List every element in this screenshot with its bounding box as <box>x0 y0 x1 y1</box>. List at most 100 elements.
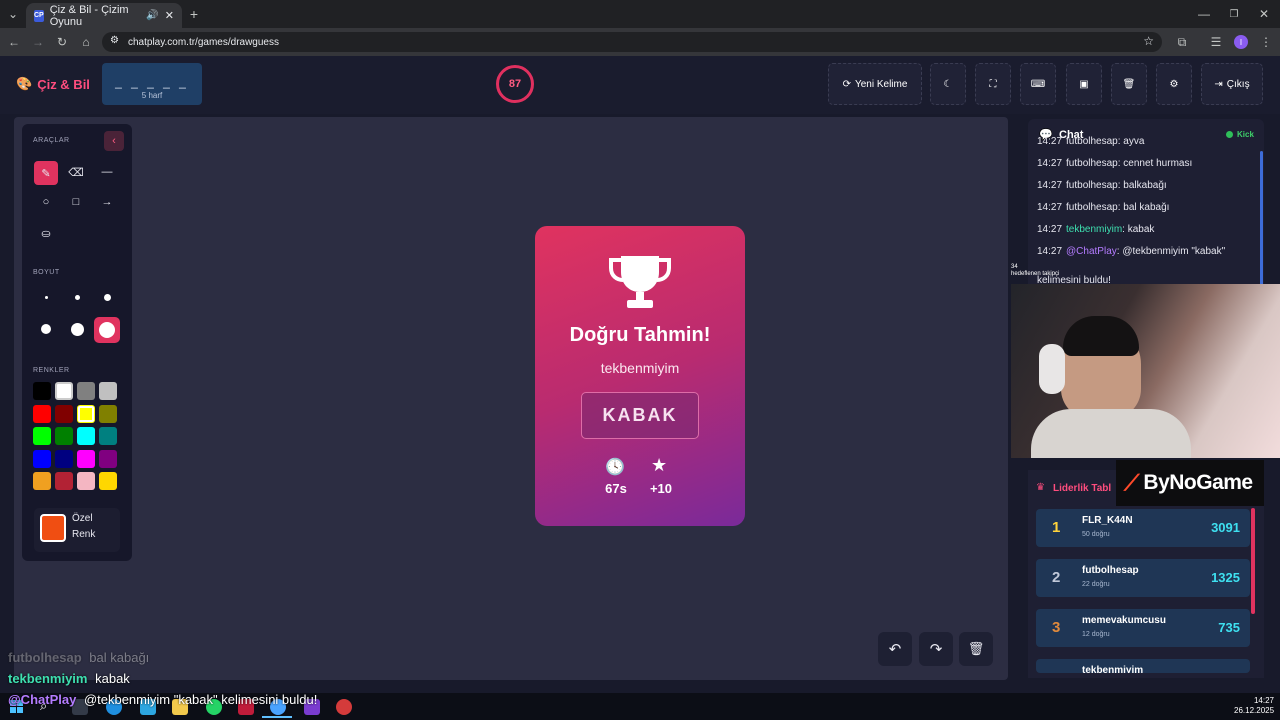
line-tool[interactable]: — <box>96 161 118 183</box>
chat-message-user[interactable]: futbolhesap <box>1066 136 1118 147</box>
refresh-icon: ⟳ <box>842 78 851 90</box>
tab-close-icon[interactable]: ✕ <box>165 9 174 22</box>
profile-avatar[interactable]: I <box>1234 35 1248 49</box>
trash-icon: 🗑 <box>967 641 985 656</box>
tab-search-icon[interactable]: ⌄ <box>5 6 21 22</box>
site-info-icon[interactable]: ⚙ <box>110 35 119 46</box>
leaderboard-name: tekbenmiyim <box>1082 665 1144 673</box>
card-player: tekbenmiyim <box>600 360 680 376</box>
chat-message-user[interactable]: tekbenmiyim <box>1066 224 1122 235</box>
chat-message: 14:27 futbolhesap: bal kabağı <box>1037 197 1261 219</box>
chat-message-user[interactable]: @ChatPlay <box>1066 246 1117 257</box>
circle-tool[interactable]: ○ <box>35 191 57 213</box>
size-option-4[interactable] <box>35 318 57 340</box>
app-name: Çiz & Bil <box>37 76 90 92</box>
color-swatch[interactable] <box>55 427 73 445</box>
chat-message-text: : @tekbenmiyim "kabak" <box>1116 246 1226 257</box>
eraser-tool[interactable]: ⌫ <box>65 161 87 183</box>
color-swatch[interactable] <box>77 427 95 445</box>
clear-canvas-button[interactable]: 🗑 <box>959 632 993 666</box>
undo-button[interactable]: ↶ <box>878 632 912 666</box>
sponsor-name: ByNoGame <box>1143 471 1253 494</box>
color-swatch[interactable] <box>99 382 117 400</box>
reload-icon[interactable]: ↻ <box>54 34 70 50</box>
collapse-panel-button[interactable]: ‹ <box>104 131 124 151</box>
drawing-canvas[interactable] <box>14 117 1008 680</box>
leaderboard-scrollbar[interactable] <box>1251 508 1255 614</box>
color-swatch[interactable] <box>99 472 117 490</box>
leaderboard-correct-count: 50 doğru <box>1082 531 1110 538</box>
color-swatch[interactable] <box>33 427 51 445</box>
color-swatch[interactable] <box>99 404 117 423</box>
fullscreen-button[interactable]: ⛶ <box>975 63 1011 105</box>
extensions-icon[interactable]: ⧉ <box>1174 34 1190 50</box>
arrow-tool[interactable]: → <box>96 191 118 213</box>
moon-icon: ☾ <box>943 78 953 90</box>
chat-message-text: : cennet hurması <box>1117 158 1193 169</box>
reading-list-icon[interactable]: ☰ <box>1208 34 1224 50</box>
color-swatch[interactable] <box>33 472 51 490</box>
color-swatch[interactable] <box>77 382 95 400</box>
redo-button[interactable]: ↷ <box>919 632 953 666</box>
new-word-button[interactable]: ⟳ Yeni Kelime <box>828 63 922 105</box>
obs-icon[interactable] <box>336 699 352 715</box>
color-swatch[interactable] <box>99 427 117 445</box>
chat-message-user[interactable]: futbolhesap <box>1066 180 1118 191</box>
new-tab-icon[interactable]: + <box>186 6 202 22</box>
minimize-icon[interactable]: — <box>1196 6 1212 22</box>
restore-icon[interactable]: ❐ <box>1226 6 1242 22</box>
chat-message: 14:27 futbolhesap: cennet hurması <box>1037 153 1261 175</box>
color-swatch[interactable] <box>55 404 73 423</box>
color-swatch[interactable] <box>77 472 95 490</box>
size-option-3[interactable] <box>96 286 118 308</box>
forward-icon[interactable]: → <box>30 34 46 50</box>
clear-button[interactable]: 🗑 <box>1111 63 1147 105</box>
color-swatch[interactable] <box>99 449 117 468</box>
keyboard-button[interactable]: ⌨ <box>1020 63 1056 105</box>
tab-favicon-icon: CP <box>34 9 44 22</box>
brush-icon: ✎ <box>41 167 51 180</box>
card-title: Doğru Tahmin! <box>569 324 711 346</box>
back-icon[interactable]: ← <box>6 34 22 50</box>
exit-button[interactable]: ⇥ Çıkış <box>1201 63 1263 105</box>
size-option-2[interactable] <box>66 286 88 308</box>
chat-message-time: 14:27 <box>1037 246 1063 257</box>
size-option-5[interactable] <box>66 318 88 340</box>
color-swatch[interactable] <box>77 449 95 468</box>
theme-toggle-button[interactable]: ☾ <box>930 63 966 105</box>
leaderboard-row: tekbenmiyim <box>1036 659 1250 673</box>
bookmark-star-icon[interactable]: ☆ <box>1143 34 1154 48</box>
window-close-icon[interactable]: ✕ <box>1256 6 1272 22</box>
color-swatch[interactable] <box>33 382 51 400</box>
custom-color-swatch[interactable] <box>40 514 66 542</box>
tab-audio-icon[interactable]: 🔊 <box>146 10 158 21</box>
sponsor-logo-icon: ⟋ <box>1124 470 1140 495</box>
chat-message: 14:27 tekbenmiyim: kabak <box>1037 219 1261 241</box>
chat-message-user[interactable]: futbolhesap <box>1066 202 1118 213</box>
color-swatch[interactable] <box>33 449 51 468</box>
leaderboard-title: Liderlik Tabl <box>1053 483 1112 494</box>
brush-tool[interactable]: ✎ <box>34 161 58 185</box>
color-swatch[interactable] <box>33 404 51 423</box>
menu-dots-icon[interactable]: ⋮ <box>1258 34 1274 50</box>
chat-message-time: 14:27 <box>1037 180 1063 191</box>
chat-scrollbar[interactable] <box>1260 151 1263 287</box>
size-option-6-selected[interactable] <box>94 317 120 343</box>
browser-tab[interactable]: CP Çiz & Bil - Çizim Oyunu 🔊 ✕ <box>26 3 182 28</box>
fill-tool[interactable]: ⛀ <box>35 222 57 244</box>
line-icon: — <box>101 166 113 178</box>
size-option-1[interactable] <box>35 286 57 308</box>
archive-button[interactable]: ▣ <box>1066 63 1102 105</box>
url-bar[interactable]: ⚙ chatplay.com.tr/games/drawguess ☆ <box>102 32 1162 52</box>
app-logo: 🎨 Çiz & Bil <box>16 76 90 92</box>
color-swatch[interactable] <box>55 382 73 400</box>
custom-color-picker[interactable]: Özel Renk <box>34 508 120 552</box>
settings-button[interactable]: ⚙ <box>1156 63 1192 105</box>
home-icon[interactable]: ⌂ <box>78 34 94 50</box>
color-swatch[interactable] <box>55 449 73 468</box>
color-swatch[interactable] <box>55 472 73 490</box>
chat-message-user[interactable]: futbolhesap <box>1066 158 1118 169</box>
color-swatch[interactable] <box>77 404 95 423</box>
rectangle-tool[interactable]: □ <box>65 191 87 213</box>
word-hint-box: _ _ _ _ _ 5 harf <box>102 63 202 105</box>
